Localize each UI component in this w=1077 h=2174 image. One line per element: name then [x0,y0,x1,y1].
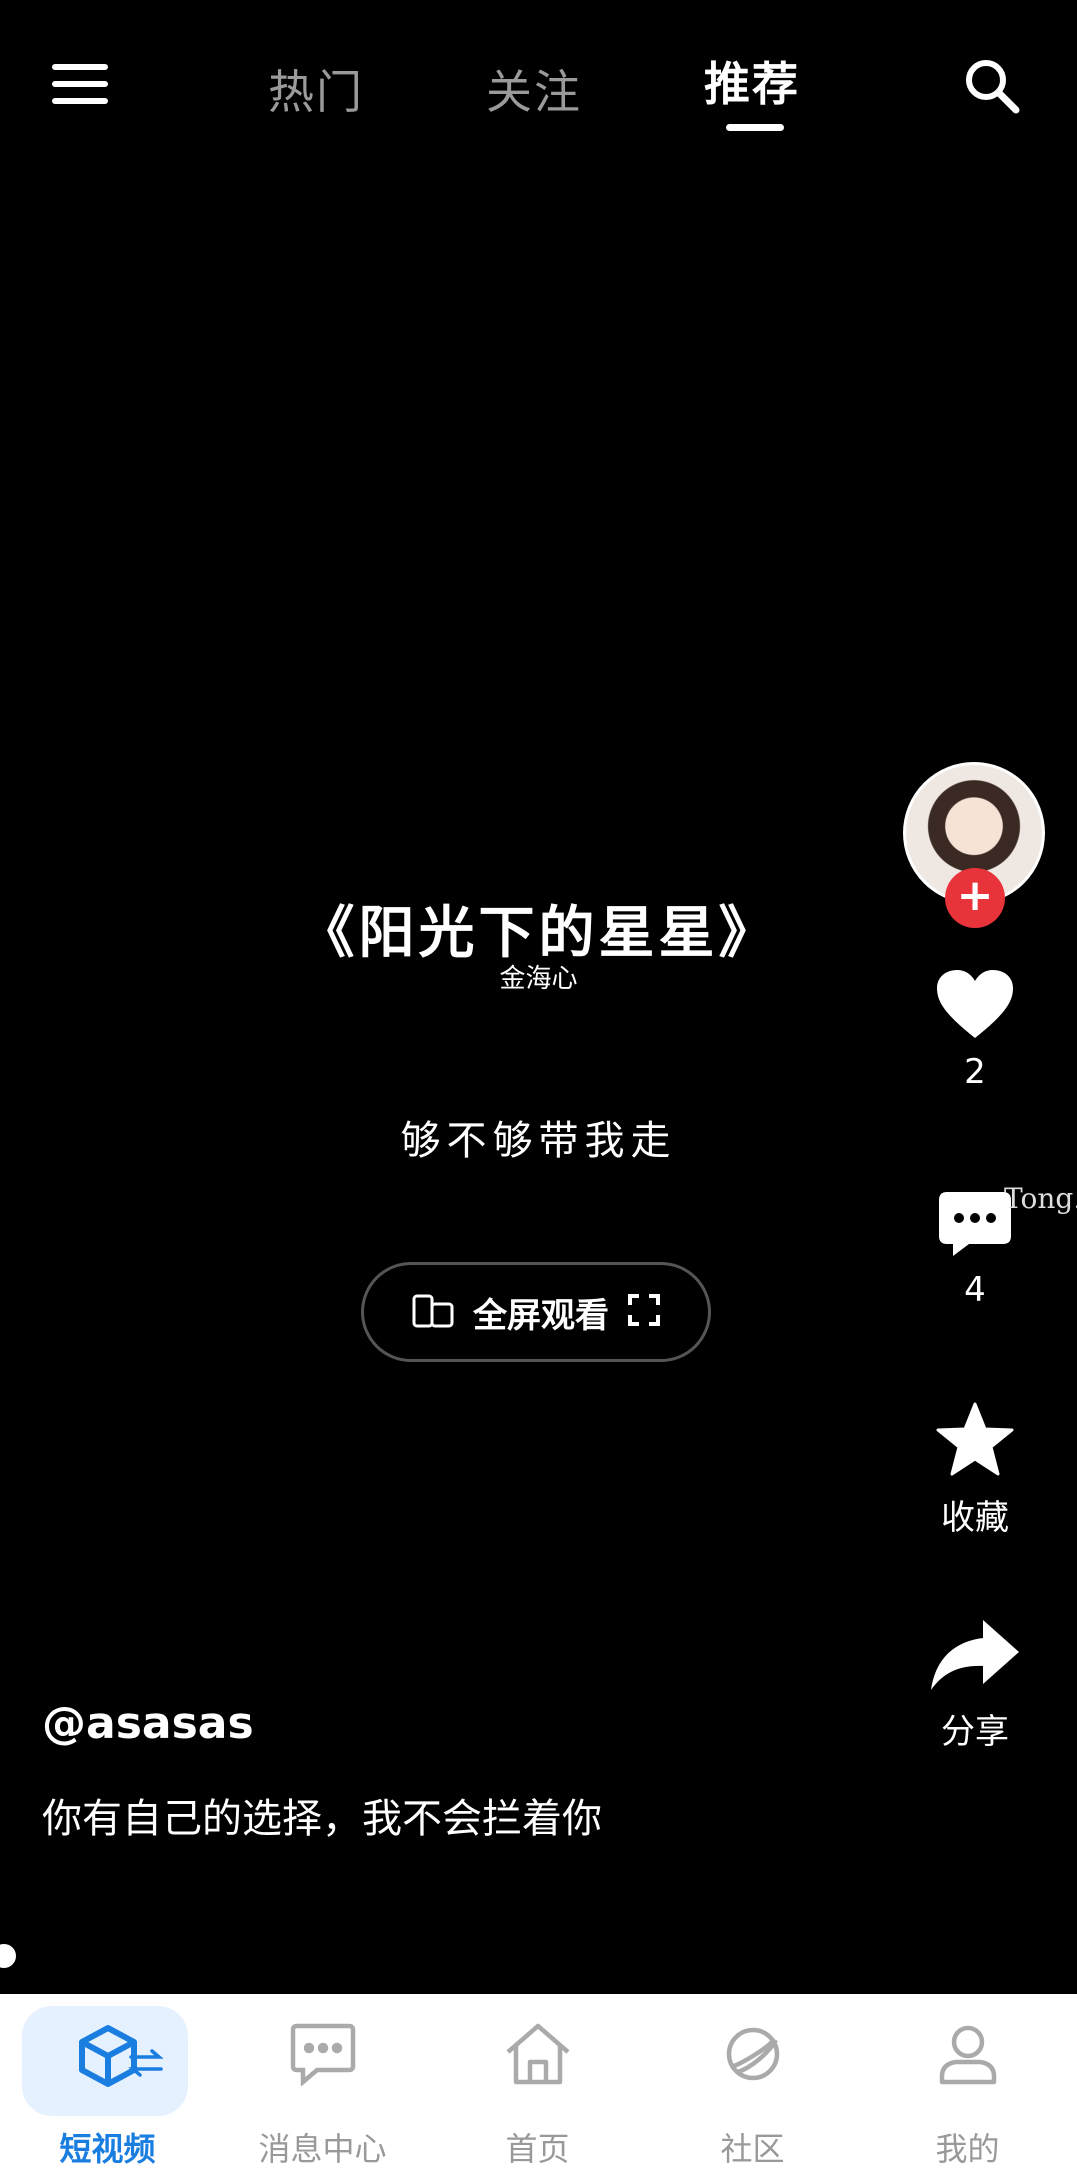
floating-text: Tong. [1004,1182,1077,1215]
like-count: 2 [964,1052,986,1092]
planet-icon [720,2022,786,2090]
expand-icon [627,1293,661,1331]
user-icon [936,2022,1000,2090]
fullscreen-button[interactable]: 全屏观看 [361,1262,711,1362]
nav-label: 短视频 [59,2130,156,2168]
rotate-screen-icon [411,1290,455,1334]
favorite-button[interactable]: 收藏 [900,1402,1050,1539]
share-button[interactable]: 分享 [900,1618,1050,1753]
nav-profile[interactable]: 我的 [860,1994,1075,2174]
top-bar: 热门 关注 推荐 [0,0,1077,150]
tab-recommended[interactable]: 推荐 [704,48,800,114]
favorite-label: 收藏 [941,1498,1009,1538]
author-username[interactable]: @asasas [42,1698,254,1749]
nav-label: 消息中心 [258,2130,387,2168]
nav-label: 首页 [505,2130,570,2168]
star-icon [936,1402,1014,1482]
nav-community[interactable]: 社区 [645,1994,860,2174]
like-button[interactable]: 2 [900,968,1050,1092]
video-lyric: 够不够带我走 [400,1118,677,1164]
nav-home[interactable]: 首页 [430,1994,645,2174]
nav-short-video[interactable]: 短视频 [0,1994,215,2174]
tab-hot[interactable]: 热门 [268,56,364,122]
author-avatar[interactable]: + [903,762,1045,928]
home-icon [504,2022,572,2090]
switch-icon [128,2048,164,2082]
nav-label: 我的 [935,2130,1000,2168]
nav-messages[interactable]: 消息中心 [215,1994,430,2174]
search-icon[interactable] [962,56,1022,116]
tab-following[interactable]: 关注 [486,56,582,122]
comment-count: 4 [964,1270,986,1310]
fullscreen-label: 全屏观看 [473,1295,609,1336]
bottom-nav: 短视频 消息中心 首页 社区 我的 [0,1994,1077,2174]
share-arrow-icon [929,1620,1021,1696]
chat-icon [289,2022,357,2090]
share-label: 分享 [941,1712,1009,1752]
progress-handle[interactable] [0,1944,16,1968]
follow-plus-icon[interactable]: + [945,868,1005,928]
comment-icon [937,1192,1013,1262]
heart-icon [935,970,1015,1044]
menu-icon[interactable] [52,64,108,104]
post-description: 你有自己的选择，我不会拦着你 [42,1796,602,1842]
nav-label: 社区 [720,2130,785,2168]
active-tab-indicator [726,124,784,131]
